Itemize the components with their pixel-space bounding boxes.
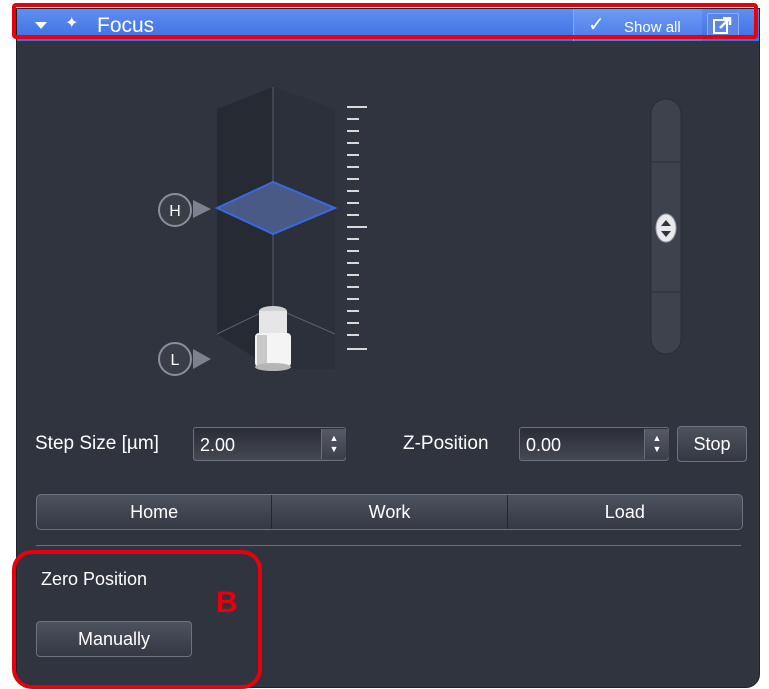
section-divider [36,545,741,546]
position-button-group: Home Work Load [36,494,743,530]
home-button[interactable]: Home [37,495,273,529]
manually-button[interactable]: Manually [36,621,192,657]
step-size-spinbox[interactable]: 2.00 ▲ ▼ [193,427,346,461]
stop-button[interactable]: Stop [677,426,747,462]
focus-drive-graphic: H L [158,87,682,376]
step-size-spin-button[interactable]: ▲ ▼ [321,429,346,459]
high-limit-marker[interactable]: H [158,193,211,227]
z-position-spinbox[interactable]: 0.00 ▲ ▼ [519,427,669,461]
focus-panel: ✦ Focus ✓ Show all H L Step Size [µm] 2.… [16,8,760,688]
z-position-value[interactable]: 0.00 [526,435,561,456]
focus-slider[interactable] [650,98,682,355]
slider-handle[interactable] [655,213,677,243]
annotation-label: B [216,586,238,619]
z-position-label: Z-Position [403,433,489,454]
load-button[interactable]: Load [508,495,742,529]
work-button[interactable]: Work [272,495,508,529]
high-limit-label: H [169,203,181,220]
objective-icon [255,306,291,371]
step-size-value[interactable]: 2.00 [200,435,235,456]
low-limit-marker[interactable]: L [158,342,211,376]
focus-scale [347,106,367,350]
step-size-label: Step Size [µm] [35,433,159,454]
z-position-spin-button[interactable]: ▲ ▼ [644,429,669,459]
low-limit-label: L [171,352,180,369]
zero-position-label: Zero Position [41,569,148,589]
